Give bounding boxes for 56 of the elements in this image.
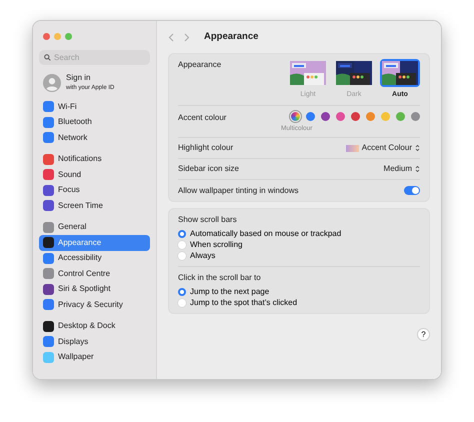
minimize-button[interactable] bbox=[54, 33, 61, 40]
radio-option[interactable]: Jump to the next page bbox=[178, 286, 270, 298]
accent-colour-swatch[interactable] bbox=[336, 112, 345, 120]
setting-label: Allow wallpaper tinting in windows bbox=[178, 184, 299, 197]
sidebar-item[interactable]: Siri & Spotlight bbox=[39, 282, 150, 297]
sidebar-item[interactable]: Notifications bbox=[39, 152, 150, 167]
sidebar-item[interactable]: Displays bbox=[39, 334, 150, 350]
sign-in-title[interactable]: Sign in bbox=[66, 72, 114, 84]
sidebar-item[interactable]: Accessibility bbox=[39, 250, 150, 266]
page-title: Appearance bbox=[204, 30, 258, 44]
avatar-icon bbox=[43, 74, 61, 92]
close-button[interactable] bbox=[43, 33, 50, 40]
group-label: Show scroll bars bbox=[178, 214, 238, 226]
forward-icon[interactable] bbox=[184, 32, 190, 42]
accent-colour-swatch[interactable] bbox=[351, 112, 360, 120]
popup-button[interactable]: Medium bbox=[384, 163, 420, 176]
sidebar-item[interactable]: Wi-Fi bbox=[39, 99, 150, 114]
zoom-button[interactable] bbox=[65, 33, 72, 40]
setting-label: Sidebar icon size bbox=[178, 163, 239, 176]
popup-button[interactable]: Accent Colour bbox=[346, 142, 420, 154]
accent-colour-swatch[interactable] bbox=[321, 112, 330, 120]
accent-colour-swatch[interactable] bbox=[396, 112, 405, 120]
chevron-updown-icon bbox=[415, 165, 420, 174]
window-preview-icon bbox=[336, 61, 372, 85]
radio-option[interactable]: Always bbox=[178, 250, 216, 262]
sidebar-item[interactable]: Appearance bbox=[39, 235, 150, 250]
radio-option[interactable]: When scrolling bbox=[178, 239, 242, 250]
toggle-switch[interactable] bbox=[404, 186, 420, 196]
sidebar-item[interactable]: Desktop & Dock bbox=[39, 318, 150, 334]
window-preview-icon bbox=[382, 61, 418, 85]
back-icon[interactable] bbox=[168, 32, 174, 42]
sidebar-item[interactable]: General bbox=[39, 220, 150, 235]
chevron-updown-icon bbox=[415, 144, 420, 152]
radio-option[interactable]: Automatically based on mouse or trackpad bbox=[178, 228, 342, 240]
radio-option[interactable]: Jump to the spot that’s clicked bbox=[178, 297, 298, 308]
accent-colour-swatch[interactable] bbox=[306, 112, 315, 120]
window-preview-icon bbox=[290, 61, 326, 85]
sidebar-item[interactable]: Screen Time bbox=[39, 198, 150, 214]
sidebar-item[interactable]: Focus bbox=[39, 182, 150, 198]
search-field[interactable]: Search bbox=[39, 50, 150, 65]
sidebar-item[interactable]: Sound bbox=[39, 167, 150, 182]
setting-label: Highlight colour bbox=[178, 142, 234, 154]
accent-colour-swatch[interactable] bbox=[366, 112, 375, 120]
sidebar-item[interactable]: Control Centre bbox=[39, 266, 150, 282]
setting-label: Accent colour bbox=[178, 112, 226, 124]
accent-colour-swatch[interactable] bbox=[381, 112, 390, 120]
group-label: Click in the scroll bar to bbox=[178, 272, 262, 284]
setting-label: Appearance bbox=[178, 59, 222, 71]
highlight-swatch-icon bbox=[346, 144, 359, 152]
accent-colour-swatch[interactable] bbox=[411, 112, 420, 120]
sidebar-item[interactable]: Bluetooth bbox=[39, 114, 150, 130]
sidebar-item[interactable]: Wallpaper bbox=[39, 350, 150, 365]
sidebar-item[interactable]: Network bbox=[39, 130, 150, 146]
help-button[interactable]: ? bbox=[417, 328, 430, 342]
sidebar-item[interactable]: Privacy & Security bbox=[39, 297, 150, 312]
accent-colour-swatch[interactable] bbox=[291, 112, 300, 120]
